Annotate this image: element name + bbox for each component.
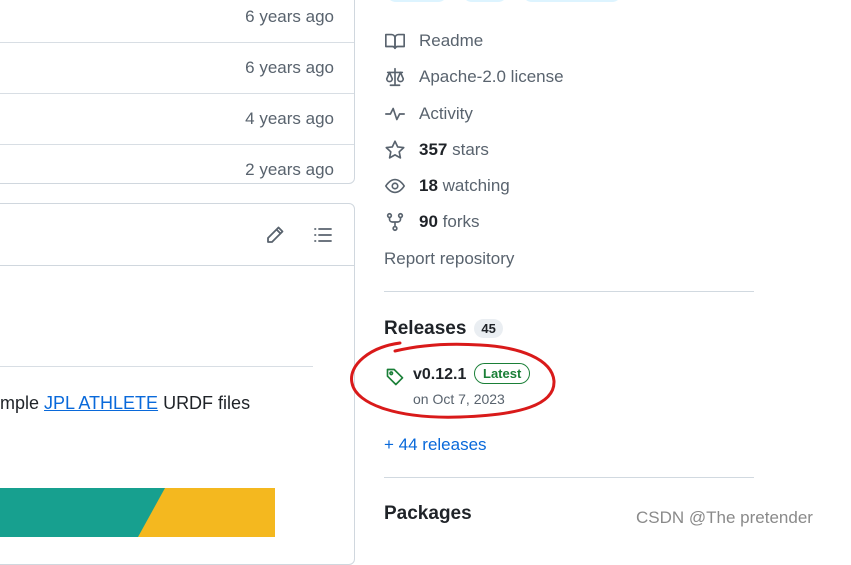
- watching-label: 18 watching: [419, 176, 510, 195]
- topic-pill[interactable]: [522, 0, 622, 2]
- license-link-item[interactable]: Apache-2.0 license: [384, 65, 564, 89]
- book-icon: [385, 33, 405, 50]
- file-commit-age: 4 years ago: [245, 109, 334, 128]
- file-commit-age: 6 years ago: [245, 7, 334, 26]
- file-row[interactable]: 4 years ago: [0, 93, 354, 145]
- report-repository-link[interactable]: Report repository: [384, 247, 514, 271]
- readme-banner-image: [0, 488, 275, 537]
- scale-icon: [385, 67, 405, 87]
- forks-label: 90 forks: [419, 212, 480, 231]
- readme-link-item[interactable]: Readme: [384, 29, 483, 53]
- file-list: 6 years ago 6 years ago 4 years ago 2 ye…: [0, 0, 355, 184]
- file-commit-age: 2 years ago: [245, 160, 334, 179]
- readme-description: mple JPL ATHLETE URDF files: [0, 393, 251, 413]
- pulse-icon: [385, 107, 405, 121]
- topic-pill[interactable]: [386, 0, 448, 2]
- readme-label: Readme: [419, 31, 484, 50]
- topic-pill[interactable]: [462, 0, 508, 2]
- more-releases-link[interactable]: + 44 releases: [384, 435, 487, 455]
- fork-icon: [386, 212, 404, 232]
- license-label: Apache-2.0 license: [419, 67, 564, 86]
- packages-heading[interactable]: Packages: [384, 503, 472, 525]
- readme-divider: [0, 366, 313, 367]
- star-icon: [385, 140, 405, 159]
- file-row[interactable]: 6 years ago: [0, 0, 354, 43]
- red-annotation-circle: [350, 341, 556, 419]
- file-row[interactable]: 6 years ago: [0, 42, 354, 94]
- readme-link[interactable]: JPL ATHLETE: [44, 393, 158, 413]
- activity-link-item[interactable]: Activity: [384, 102, 473, 126]
- readme-header: [0, 204, 354, 266]
- report-label: Report repository: [384, 249, 515, 268]
- stars-link-item[interactable]: 357 stars: [384, 138, 489, 162]
- forks-link-item[interactable]: 90 forks: [384, 210, 479, 234]
- file-commit-age: 6 years ago: [245, 58, 334, 77]
- eye-icon: [384, 178, 406, 194]
- watching-link-item[interactable]: 18 watching: [384, 174, 510, 198]
- activity-label: Activity: [419, 104, 473, 123]
- divider: [384, 291, 754, 292]
- list-icon[interactable]: [311, 223, 335, 247]
- divider: [384, 477, 754, 478]
- watermark: CSDN @The pretender: [636, 508, 813, 527]
- file-row[interactable]: 2 years ago: [0, 144, 354, 195]
- pencil-icon[interactable]: [263, 223, 287, 247]
- stars-label: 357 stars: [419, 140, 489, 159]
